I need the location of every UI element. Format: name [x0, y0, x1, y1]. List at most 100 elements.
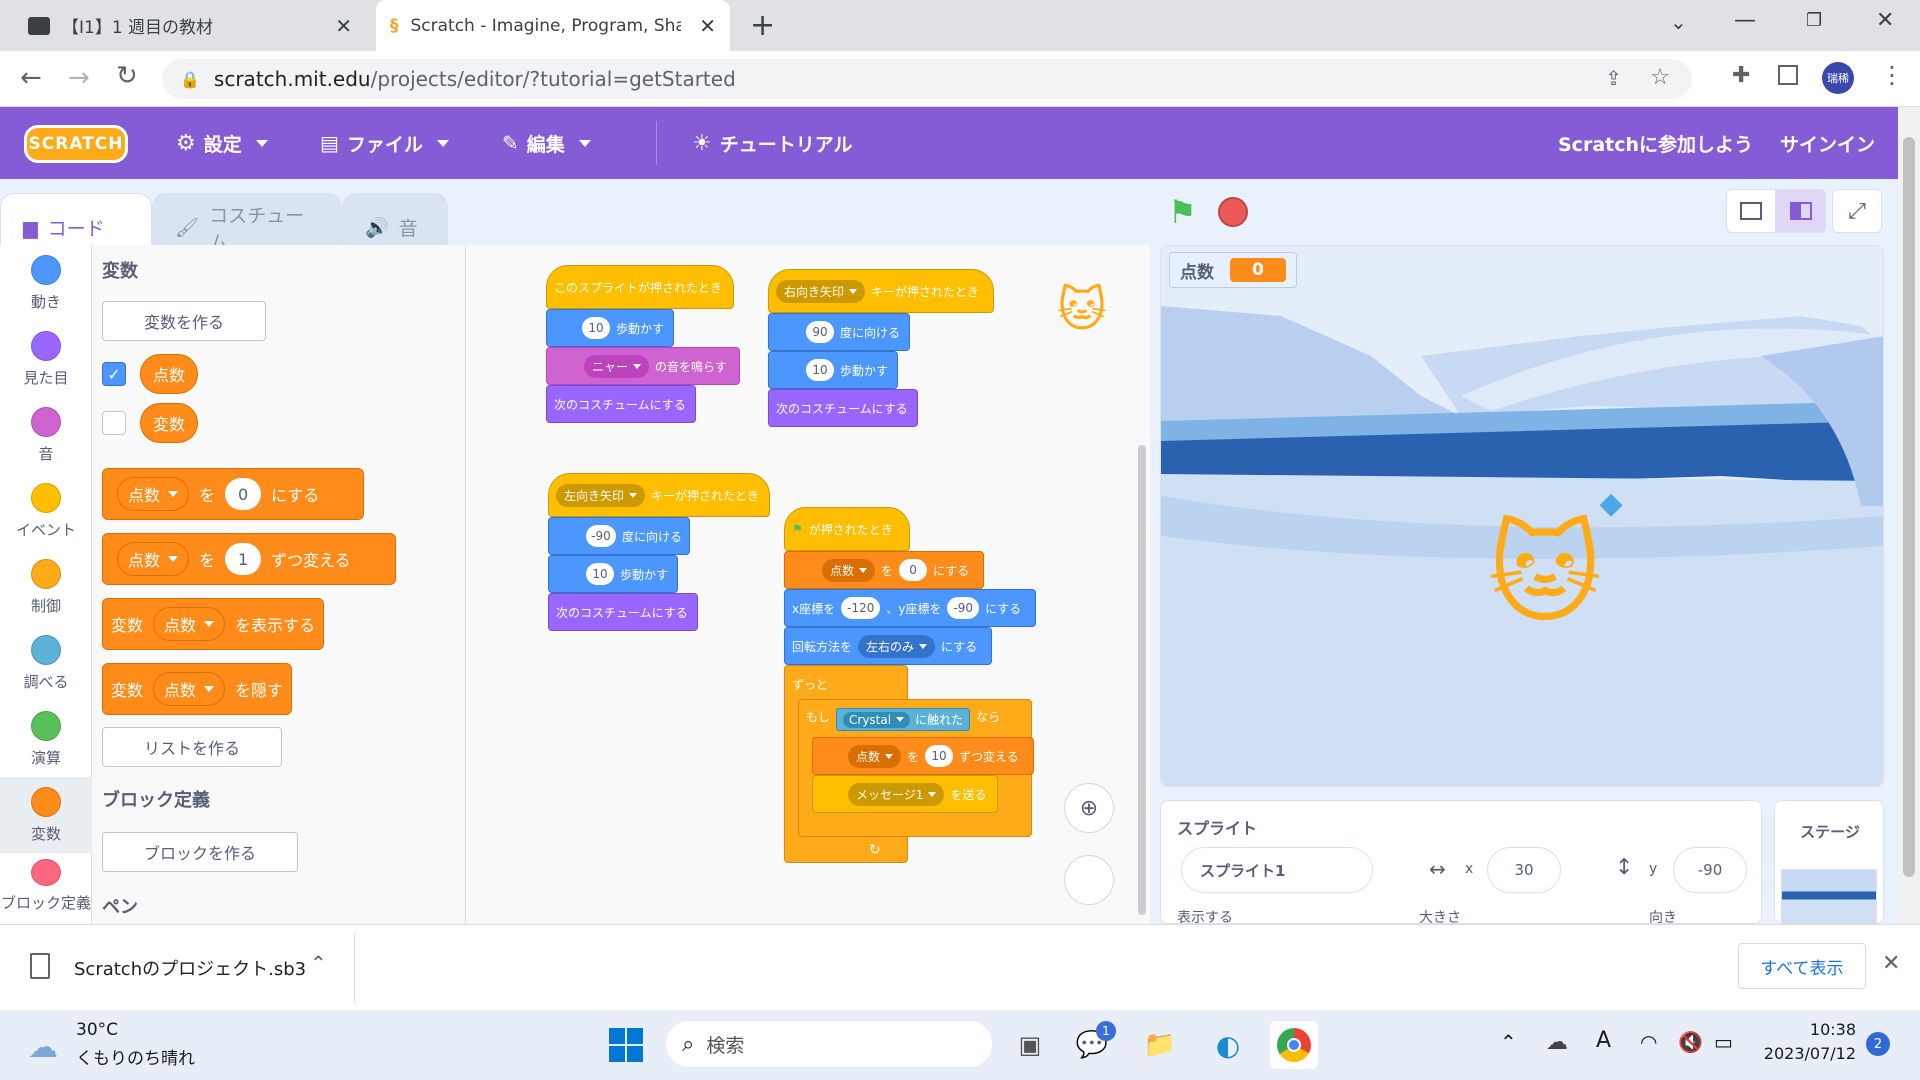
reporter-variable[interactable]: 変数 [140, 403, 198, 443]
variable-monitor-score[interactable]: 点数 0 [1169, 252, 1297, 288]
block-go-to-xy[interactable]: x座標を -120 、y座標を -90 にする [784, 589, 1036, 627]
category-operators[interactable]: 演算 [0, 701, 92, 777]
join-scratch-link[interactable]: Scratchに参加しよう [1558, 107, 1753, 179]
chrome-menu-icon[interactable]: ⋮ [1880, 61, 1904, 89]
rotation-dropdown[interactable]: 左右のみ [858, 634, 936, 658]
settings-menu[interactable]: ⚙ 設定 [176, 107, 268, 179]
variable-checkbox-var[interactable] [102, 411, 126, 435]
value-input[interactable]: 10 [806, 359, 834, 381]
show-all-button[interactable]: すべて表示 [1738, 943, 1866, 989]
reporter-score[interactable]: 点数 [140, 354, 198, 394]
side-panel-icon[interactable] [1778, 65, 1798, 85]
message-dropdown[interactable]: メッセージ1 [848, 782, 945, 806]
variable-dropdown[interactable]: 点数 [117, 477, 190, 511]
block-show-variable[interactable]: 変数 点数 を表示する [102, 598, 324, 650]
wifi-icon[interactable]: ◠ [1640, 1030, 1657, 1054]
speaker-muted-icon[interactable]: 🔇 [1678, 1030, 1703, 1054]
edge-button[interactable]: ◐ [1204, 1021, 1252, 1069]
weather-temp[interactable]: 30°C [76, 1020, 118, 1040]
clock-date[interactable]: 2023/07/12 [1762, 1044, 1856, 1063]
omnibox[interactable]: 🔒 scratch.mit.edu/projects/editor/?tutor… [162, 59, 1692, 99]
file-explorer-button[interactable]: 📁 [1136, 1021, 1184, 1069]
sprite-dropdown[interactable]: Crystal [843, 711, 911, 728]
sound-dropdown[interactable]: ニャー [584, 354, 650, 378]
make-list-button[interactable]: リストを作る [102, 727, 282, 767]
stage[interactable]: 点数 0 ◆ 🐱 [1160, 245, 1884, 787]
stop-button[interactable] [1218, 197, 1248, 227]
block-set-rotation-style[interactable]: 回転方法を 左右のみ にする [784, 627, 992, 665]
block-set-variable[interactable]: 点数 を 0 にする [102, 468, 364, 520]
block-hide-variable[interactable]: 変数 点数 を隠す [102, 663, 292, 715]
touching-sensing-block[interactable]: Crystal に触れた [836, 708, 971, 731]
task-view-button[interactable]: ▣ [1006, 1021, 1054, 1069]
tab-search-icon[interactable]: ⌄ [1670, 10, 1687, 34]
taskbar-search-box[interactable]: ⌕ 検索 [666, 1021, 992, 1067]
value-input[interactable]: -90 [947, 597, 980, 619]
sprite-name-field[interactable]: スプライト1 [1181, 847, 1373, 893]
hat-when-left-key-pressed[interactable]: 左向き矢印 キーが押されたとき [548, 473, 770, 517]
category-my-blocks[interactable]: ブロック定義 [0, 853, 92, 913]
block-play-sound[interactable]: ニャー の音を鳴らす [546, 347, 740, 385]
clock-time[interactable]: 10:38 [1764, 1020, 1856, 1039]
teams-chat-button[interactable]: 💬 1 [1068, 1021, 1116, 1069]
weather-desc[interactable]: くもりのち晴れ [76, 1044, 195, 1069]
hat-when-flag-clicked[interactable]: ⚑ が押されたとき [784, 507, 910, 551]
chevron-up-icon[interactable]: ⌃ [310, 951, 327, 975]
category-variables[interactable]: 変数 [0, 777, 92, 853]
value-input[interactable]: 10 [582, 317, 610, 339]
stage-thumbnail[interactable] [1781, 869, 1877, 925]
block-move-steps[interactable]: 10 歩動かす [548, 555, 678, 593]
workspace-scrollbar[interactable] [1138, 445, 1146, 915]
signin-link[interactable]: サインイン [1780, 107, 1875, 179]
close-download-bar-icon[interactable]: ✕ [1882, 951, 1900, 976]
close-window-icon[interactable]: ✕ [1876, 8, 1894, 33]
block-point-direction[interactable]: -90 度に向ける [548, 517, 690, 555]
edit-menu[interactable]: ✎ 編集 [502, 107, 591, 179]
new-tab-icon[interactable]: + [750, 8, 775, 43]
key-dropdown[interactable]: 左向き矢印 [556, 483, 646, 507]
block-change-variable[interactable]: 点数 を 1 ずつ変える [102, 533, 396, 585]
block-set-variable[interactable]: 点数 を 0 にする [784, 551, 984, 589]
back-icon[interactable]: ← [20, 63, 42, 93]
value-input[interactable]: 1 [225, 543, 262, 575]
download-file-name[interactable]: Scratchのプロジェクト.sb3 [74, 955, 306, 981]
zoom-out-button[interactable] [1064, 855, 1114, 905]
close-tab-icon[interactable]: ✕ [335, 14, 352, 38]
browser-tab-scratch[interactable]: § Scratch - Imagine, Program, Shar ✕ [376, 0, 730, 51]
value-input[interactable]: 10 [586, 563, 614, 585]
value-input[interactable]: 10 [925, 745, 954, 767]
page-scrollbar[interactable] [1898, 107, 1920, 924]
tutorial-menu[interactable]: ☀ チュートリアル [692, 107, 853, 179]
zoom-in-button[interactable]: ⊕ [1064, 783, 1114, 833]
green-flag-button[interactable]: ⚑ [1168, 193, 1197, 231]
category-motion[interactable]: 動き [0, 245, 92, 321]
stage-selector-pane[interactable]: ステージ [1774, 800, 1884, 925]
start-button[interactable] [602, 1021, 650, 1069]
value-input[interactable]: 0 [225, 478, 262, 510]
notification-badge[interactable]: 2 [1866, 1032, 1890, 1056]
variable-checkbox-score[interactable]: ✓ [102, 362, 126, 386]
fullscreen-button[interactable]: ⤢ [1832, 189, 1882, 233]
y-position-field[interactable]: -90 [1673, 847, 1747, 893]
block-point-direction[interactable]: 90 度に向ける [768, 313, 910, 351]
block-next-costume[interactable]: 次のコスチュームにする [768, 389, 918, 427]
value-input[interactable]: -120 [841, 597, 881, 619]
reload-icon[interactable]: ↻ [116, 61, 138, 91]
small-stage-button[interactable] [1726, 189, 1776, 233]
browser-tab-classroom[interactable]: 【I1】1 週目の教材 ✕ [14, 0, 366, 51]
onedrive-cloud-icon[interactable]: ☁ [1546, 1030, 1568, 1055]
bookmark-star-icon[interactable]: ☆ [1650, 65, 1670, 90]
scrollbar-thumb[interactable] [1903, 137, 1915, 877]
battery-icon[interactable]: ▭ [1714, 1030, 1733, 1054]
category-control[interactable]: 制御 [0, 549, 92, 625]
ime-indicator[interactable]: A [1596, 1028, 1611, 1053]
file-menu[interactable]: ▤ ファイル [320, 107, 449, 179]
variable-dropdown[interactable]: 点数 [822, 558, 876, 582]
tray-chevron-up-icon[interactable]: ⌃ [1500, 1030, 1517, 1054]
x-position-field[interactable]: 30 [1487, 847, 1561, 893]
block-move-steps[interactable]: 10 歩動かす [546, 309, 674, 347]
normal-stage-button[interactable] [1776, 189, 1826, 233]
variable-dropdown[interactable]: 点数 [153, 672, 225, 706]
scratch-logo[interactable]: SCRATCH [24, 125, 128, 163]
block-next-costume[interactable]: 次のコスチュームにする [548, 593, 698, 631]
